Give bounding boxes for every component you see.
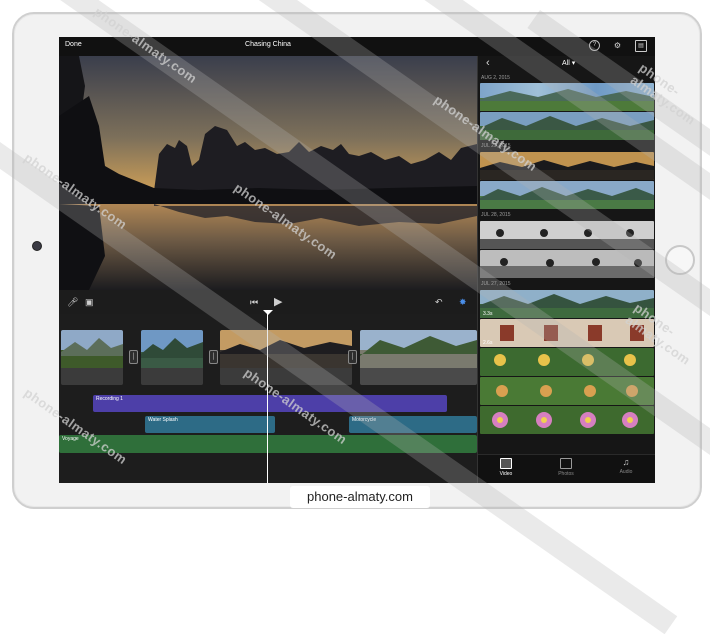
skip-back-icon[interactable]: ⏮︎: [250, 290, 258, 314]
front-camera: [32, 241, 42, 251]
audio-track-label: Water Splash: [148, 417, 178, 423]
duration-badge: 2.6s: [483, 340, 493, 346]
audio-track-label: Recording 1: [96, 396, 123, 402]
clip-audio-strip: [360, 368, 477, 385]
project-settings-icon[interactable]: ▤: [635, 40, 647, 52]
clip-thumbnail: [360, 330, 477, 368]
browser-tabs: Video Photos ♫ Audio: [478, 454, 655, 483]
photos-icon: [560, 458, 572, 469]
audio-track[interactable]: Water Splash: [145, 416, 275, 433]
playhead-marker[interactable]: [263, 310, 273, 315]
audio-icon: ♫: [622, 457, 630, 467]
tab-photos[interactable]: Photos: [546, 458, 586, 477]
media-row-thumbs: [492, 412, 638, 428]
microphone-icon[interactable]: 🎤︎: [67, 290, 78, 314]
transition-icon[interactable]: │: [348, 350, 357, 364]
camera-icon[interactable]: ▣: [85, 290, 94, 314]
tab-video[interactable]: Video: [486, 458, 526, 477]
clip-audio-strip: [141, 368, 203, 385]
video-clip[interactable]: [141, 330, 203, 385]
audio-track-label: Voyage: [62, 436, 79, 442]
settings-icon[interactable]: ✸: [459, 290, 467, 314]
browser-header: ‹ All ▾: [478, 56, 655, 72]
footer-watermark: phone-almaty.com: [290, 486, 430, 508]
video-clip[interactable]: [360, 330, 477, 385]
clip-audio-strip: [61, 368, 123, 385]
video-icon: [500, 458, 512, 469]
date-header: JUL 28, 2015: [481, 212, 511, 218]
media-row[interactable]: [480, 406, 654, 434]
transition-icon[interactable]: │: [129, 350, 138, 364]
clip-thumbnail: [61, 330, 123, 368]
undo-icon[interactable]: ↶: [435, 290, 443, 314]
duration-badge: 3.3s: [483, 311, 493, 317]
back-icon[interactable]: ‹: [486, 57, 490, 69]
transition-icon[interactable]: │: [209, 350, 218, 364]
clip-thumbnail: [141, 330, 203, 368]
play-icon[interactable]: ▶: [274, 290, 282, 314]
gear-icon[interactable]: ⚙: [612, 40, 623, 51]
tab-audio[interactable]: ♫ Audio: [606, 457, 646, 476]
date-header: AUG 2, 2015: [481, 75, 510, 81]
video-clip[interactable]: [61, 330, 123, 385]
